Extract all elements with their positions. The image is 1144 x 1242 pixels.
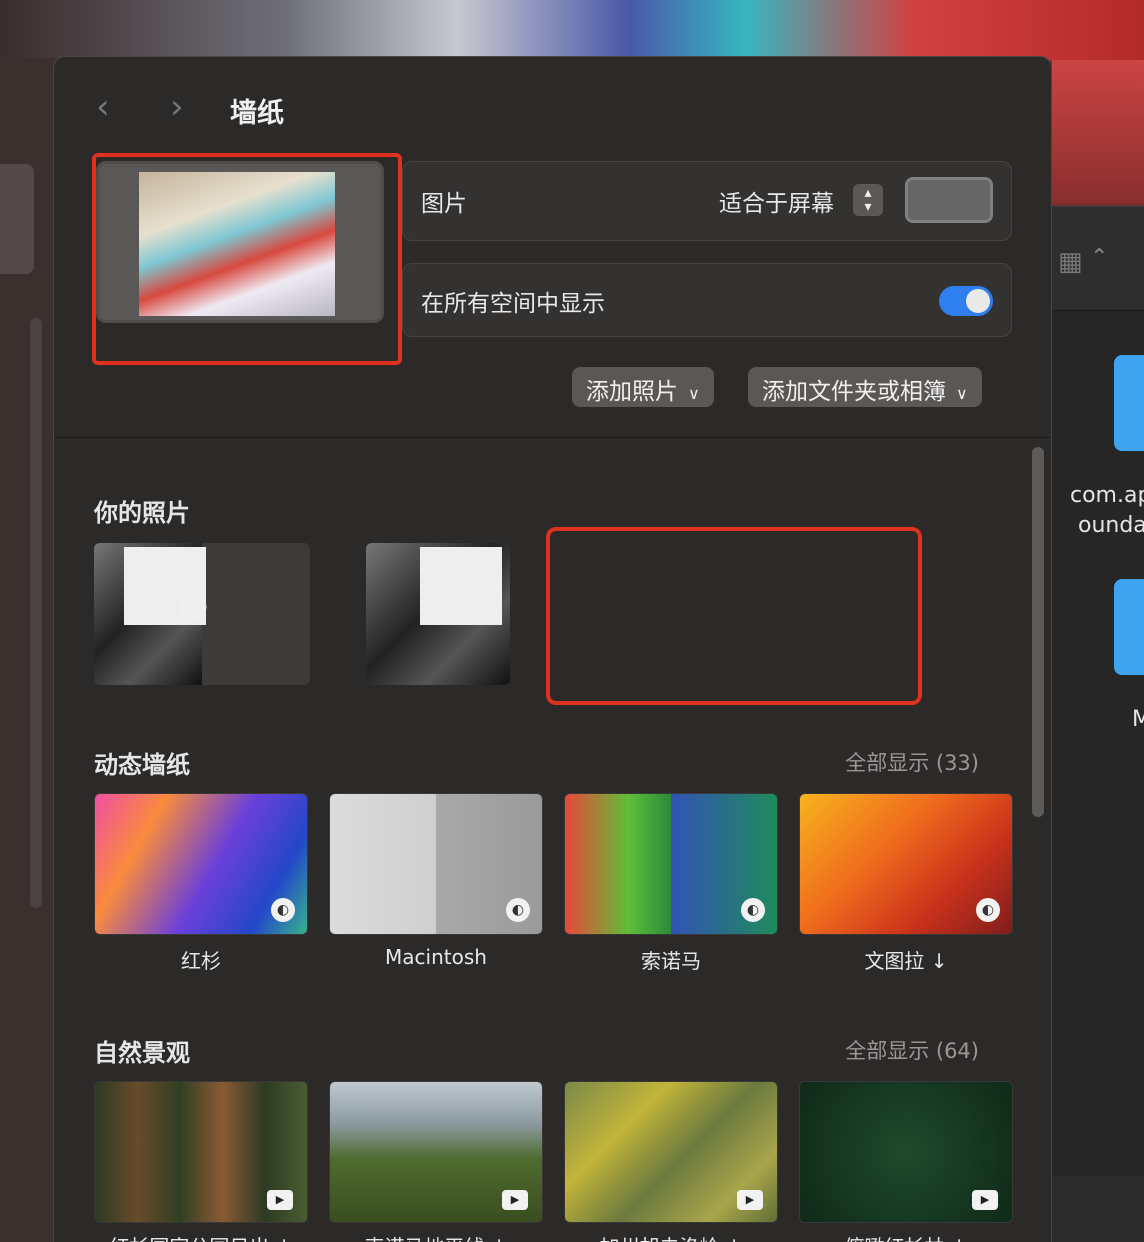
- photo-thumbnail[interactable]: ↻: [94, 543, 310, 685]
- finder-toolbar: ▦ ⌃: [1052, 207, 1144, 311]
- file-label-line-1: com.ap: [1070, 483, 1144, 508]
- landscape-show-all-link[interactable]: 全部显示 (64): [845, 1035, 979, 1065]
- chevron-down-icon: ∨: [956, 384, 968, 403]
- desktop-background: [0, 0, 1144, 60]
- dynamic-badge-icon: ◐: [741, 898, 765, 922]
- add-folder-label: 添加文件夹或相簿: [762, 379, 946, 405]
- fit-mode-select[interactable]: 适合于屏幕: [719, 184, 834, 218]
- dynamic-badge-icon: ◐: [506, 898, 530, 922]
- highlight-box: [546, 527, 922, 705]
- wallpaper-name: 加州胡夫洛岭 ↓: [564, 1231, 778, 1242]
- wallpaper-name: 索诺马地平线 ↓: [329, 1231, 543, 1242]
- wallpaper-tile-sequoia[interactable]: ◐: [94, 793, 308, 935]
- wallpaper-tile-ventura[interactable]: ◐: [799, 793, 1013, 935]
- back-button[interactable]: ‹: [96, 87, 110, 127]
- folder-icon[interactable]: [1114, 579, 1144, 675]
- wallpaper-tile-sequoia-sunrise[interactable]: ▶: [94, 1081, 308, 1223]
- chevron-down-icon: ∨: [688, 384, 700, 403]
- background-color-swatch[interactable]: [905, 177, 993, 223]
- your-photos-title: 你的照片: [94, 499, 190, 527]
- shuffle-icon: ↻: [174, 583, 211, 634]
- wallpaper-settings-window: ‹ › 墙纸 图片 适合于屏幕 ▴ ▾ 在所有空间中显示 添加照片 ∨ 添加文件夹或…: [53, 56, 1052, 1242]
- vertical-scrollbar[interactable]: [1032, 447, 1044, 817]
- wallpaper-name: 红杉国家公园日出 ↓: [94, 1231, 308, 1242]
- folder-icon[interactable]: [1114, 355, 1144, 451]
- show-all-spaces-label: 在所有空间中显示: [421, 291, 605, 317]
- add-photo-button[interactable]: 添加照片 ∨: [572, 367, 714, 407]
- file-label: com.ap ounda: [1070, 481, 1144, 541]
- wallpaper-name: 索诺马: [641, 949, 701, 973]
- add-folder-button[interactable]: 添加文件夹或相簿 ∨: [748, 367, 982, 407]
- wallpaper-tile-redwood-overhead[interactable]: ▶: [799, 1081, 1013, 1223]
- highlight-box: [92, 153, 402, 365]
- toggle-knob: [966, 289, 990, 313]
- background-finder-window: ▦ ⌃ com.ap ounda M: [1052, 206, 1144, 1176]
- landscape-title: 自然景观: [94, 1039, 190, 1067]
- picture-label: 图片: [421, 191, 467, 217]
- picture-settings-row: 图片 适合于屏幕 ▴ ▾: [402, 161, 1012, 241]
- forward-button[interactable]: ›: [170, 87, 184, 127]
- redacted-block: [420, 547, 502, 625]
- dynamic-badge-icon: ◐: [976, 898, 1000, 922]
- wallpaper-name: 红杉: [181, 949, 221, 973]
- play-icon: ▶: [267, 1190, 293, 1210]
- dynamic-show-all-link[interactable]: 全部显示 (33): [845, 747, 979, 777]
- wallpaper-tile-sonoma[interactable]: ◐: [564, 793, 778, 935]
- view-options-chevron-icon[interactable]: ⌃: [1090, 245, 1108, 270]
- wallpaper-name: 俯瞰红杉林 ↓: [799, 1231, 1013, 1242]
- photo-thumbnail[interactable]: [366, 543, 510, 685]
- play-icon: ▶: [972, 1190, 998, 1210]
- wallpaper-tile-california-ridge[interactable]: ▶: [564, 1081, 778, 1223]
- wallpaper-tile-sonoma-horizon[interactable]: ▶: [329, 1081, 543, 1223]
- wallpaper-name: 文图拉 ↓: [864, 949, 948, 973]
- play-icon: ▶: [502, 1190, 528, 1210]
- file-label: M: [1132, 707, 1144, 732]
- dynamic-wallpapers-title: 动态墙纸: [94, 751, 190, 779]
- file-label-line-2: ounda: [1078, 513, 1144, 538]
- show-all-spaces-row: 在所有空间中显示: [402, 263, 1012, 337]
- page-title: 墙纸: [230, 98, 284, 129]
- fit-mode-stepper-icon[interactable]: ▴ ▾: [853, 184, 883, 216]
- show-all-spaces-toggle[interactable]: [939, 286, 993, 316]
- sidebar-selection: [0, 164, 34, 274]
- wallpaper-name: Macintosh: [385, 945, 487, 969]
- grid-view-icon[interactable]: ▦: [1058, 247, 1083, 277]
- add-photo-label: 添加照片: [586, 379, 678, 405]
- background-scrollbar: [30, 318, 42, 908]
- section-divider: [54, 437, 1051, 438]
- play-icon: ▶: [737, 1190, 763, 1210]
- wallpaper-tile-macintosh[interactable]: ◐: [329, 793, 543, 935]
- dynamic-badge-icon: ◐: [271, 898, 295, 922]
- background-window-left: [0, 58, 60, 1242]
